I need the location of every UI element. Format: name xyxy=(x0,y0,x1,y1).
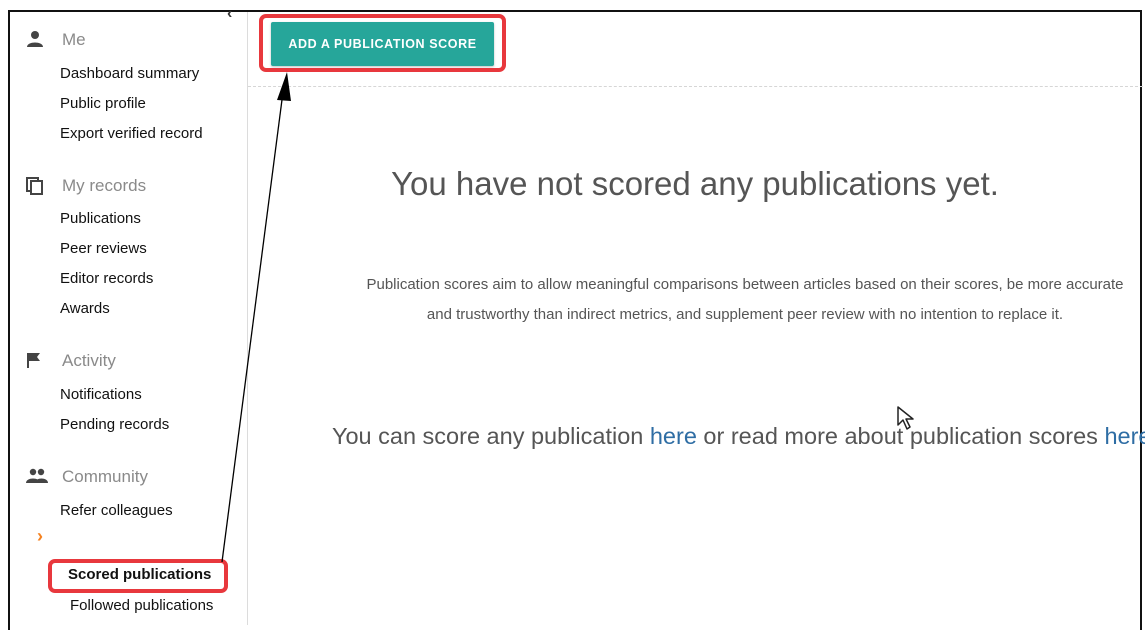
chevron-left-icon[interactable]: ‹ xyxy=(227,6,232,22)
group-icon xyxy=(26,468,48,486)
section-label: My records xyxy=(62,176,147,195)
sidebar-item-publications[interactable]: Publications xyxy=(60,210,141,227)
highlight-box-add-button xyxy=(259,14,506,72)
sidebar-item-followed-publications[interactable]: Followed publications xyxy=(70,597,213,614)
read-more-here-link[interactable]: here xyxy=(1104,423,1145,449)
sidebar-item-export-verified-record[interactable]: Export verified record xyxy=(60,125,203,142)
sidebar-item-editor-records[interactable]: Editor records xyxy=(60,270,153,287)
flag-icon xyxy=(26,352,48,370)
sidebar-item-refer-colleagues[interactable]: Refer colleagues xyxy=(60,502,173,519)
sidebar-item-peer-reviews[interactable]: Peer reviews xyxy=(60,240,147,257)
section-label: Activity xyxy=(62,351,116,370)
sidebar-section-me: Me xyxy=(26,30,86,50)
empty-state-title: You have not scored any publications yet… xyxy=(391,165,999,202)
empty-state-description: Publication scores aim to allow meaningf… xyxy=(366,276,1124,323)
person-icon xyxy=(26,31,48,49)
copy-icon xyxy=(26,177,48,195)
chevron-right-icon[interactable]: › xyxy=(37,526,43,547)
score-here-link[interactable]: here xyxy=(650,423,697,449)
highlight-box-scored-publications xyxy=(48,559,228,593)
sidebar-item-public-profile[interactable]: Public profile xyxy=(60,95,146,112)
sidebar-section-community: Community xyxy=(26,467,148,487)
sidebar-section-activity: Activity xyxy=(26,351,116,371)
empty-state-cta: You can score any publication here or re… xyxy=(330,418,1145,455)
mouse-cursor-icon xyxy=(897,406,914,430)
sidebar-item-dashboard-summary[interactable]: Dashboard summary xyxy=(60,65,199,82)
sidebar-item-notifications[interactable]: Notifications xyxy=(60,386,142,403)
section-label: Community xyxy=(62,467,148,486)
sidebar-item-pending-records[interactable]: Pending records xyxy=(60,416,169,433)
sidebar-item-awards[interactable]: Awards xyxy=(60,300,110,317)
sidebar-section-my-records: My records xyxy=(26,176,146,196)
cta-text: You can score any publication xyxy=(331,423,650,449)
section-label: Me xyxy=(62,30,86,49)
divider xyxy=(248,86,1143,87)
